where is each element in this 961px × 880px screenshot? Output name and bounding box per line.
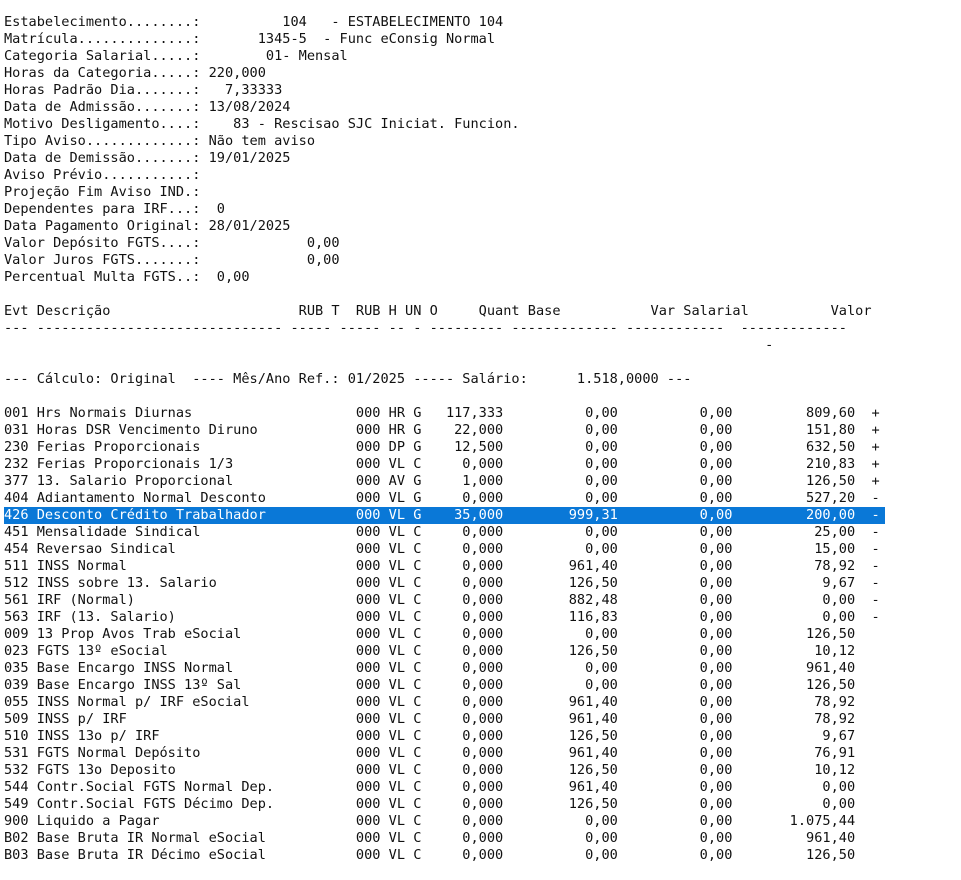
table-row[interactable]: 900 Liquido a Pagar 000 VL C 0,000 0,00 … — [4, 813, 885, 830]
table-row[interactable]: 510 INSS 13o p/ IRF 000 VL C 0,000 126,5… — [4, 728, 885, 745]
table-row[interactable]: 512 INSS sobre 13. Salario 000 VL C 0,00… — [4, 575, 885, 592]
table-row[interactable]: 232 Ferias Proporcionais 1/3 000 VL C 0,… — [4, 456, 885, 473]
header-line-fgts-fine-percent: Percentual Multa FGTS..: 0,00 — [4, 269, 250, 285]
table-row-selected[interactable]: 426 Desconto Crédito Trabalhador 000 VL … — [4, 507, 885, 524]
header-line-dismissal-date: Data de Demissão.......: 19/01/2025 — [4, 150, 291, 166]
header-line-original-payment-date: Data Pagamento Original: 28/01/2025 — [4, 218, 291, 234]
table-row[interactable]: 377 13. Salario Proporcional 000 AV G 1,… — [4, 473, 885, 490]
table-row[interactable]: 549 Contr.Social FGTS Décimo Dep. 000 VL… — [4, 796, 885, 813]
header-line-irf-dependents: Dependentes para IRF...: 0 — [4, 201, 225, 217]
column-rule-tail: - — [4, 337, 774, 353]
table-row[interactable]: 531 FGTS Normal Depósito 000 VL C 0,000 … — [4, 745, 885, 762]
table-row[interactable]: B02 Base Bruta IR Normal eSocial 000 VL … — [4, 830, 885, 847]
table-row[interactable]: 035 Base Encargo INSS Normal 000 VL C 0,… — [4, 660, 885, 677]
table-row[interactable]: 039 Base Encargo INSS 13º Sal 000 VL C 0… — [4, 677, 885, 694]
header-line-admission-date: Data de Admissão.......: 13/08/2024 — [4, 99, 291, 115]
header-line-category-hours: Horas da Categoria.....: 220,000 — [4, 65, 266, 81]
table-row[interactable]: 404 Adiantamento Normal Desconto 000 VL … — [4, 490, 885, 507]
column-header: Evt Descrição RUB T RUB H UN O Quant Bas… — [4, 303, 872, 319]
table-row[interactable]: 544 Contr.Social FGTS Normal Dep. 000 VL… — [4, 779, 885, 796]
header-line-establishment: Estabelecimento........: 104 - ESTABELEC… — [4, 14, 504, 30]
header-line-notice-type: Tipo Aviso.............: Não tem aviso — [4, 133, 315, 149]
header-line-registration: Matrícula..............: 1345-5 - Func e… — [4, 31, 496, 47]
header-line-notice-end-projection: Projeção Fim Aviso IND.: — [4, 184, 201, 200]
table-row[interactable]: 009 13 Prop Avos Trab eSocial 000 VL C 0… — [4, 626, 885, 643]
table-row[interactable]: 031 Horas DSR Vencimento Diruno 000 HR G… — [4, 422, 885, 439]
table-row[interactable]: 509 INSS p/ IRF 000 VL C 0,000 961,40 0,… — [4, 711, 885, 728]
table-row[interactable]: 563 IRF (13. Salario) 000 VL C 0,000 116… — [4, 609, 885, 626]
table-row[interactable]: 454 Reversao Sindical 000 VL C 0,000 0,0… — [4, 541, 885, 558]
table-row[interactable]: 561 IRF (Normal) 000 VL C 0,000 882,48 0… — [4, 592, 885, 609]
header-line-prior-notice: Aviso Prévio...........: — [4, 167, 201, 183]
header-line-salary-category: Categoria Salarial.....: 01- Mensal — [4, 48, 348, 64]
column-rule: --- ------------------------------ -----… — [4, 320, 847, 336]
table-row[interactable]: 511 INSS Normal 000 VL C 0,000 961,40 0,… — [4, 558, 885, 575]
table-row[interactable]: 230 Ferias Proporcionais 000 DP G 12,500… — [4, 439, 885, 456]
header-line-fgts-interest: Valor Juros FGTS.......: 0,00 — [4, 252, 340, 268]
table-row[interactable]: 532 FGTS 13o Deposito 000 VL C 0,000 126… — [4, 762, 885, 779]
report-text: Estabelecimento........: 104 - ESTABELEC… — [4, 14, 885, 864]
table-row[interactable]: 055 INSS Normal p/ IRF eSocial 000 VL C … — [4, 694, 885, 711]
table-row[interactable]: 451 Mensalidade Sindical 000 VL C 0,000 … — [4, 524, 885, 541]
table-row[interactable]: 023 FGTS 13º eSocial 000 VL C 0,000 126,… — [4, 643, 885, 660]
header-line-termination-reason: Motivo Desligamento....: 83 - Rescisao S… — [4, 116, 520, 132]
header-line-fgts-deposit: Valor Depósito FGTS....: 0,00 — [4, 235, 340, 251]
calculation-line: --- Cálculo: Original ---- Mês/Ano Ref.:… — [4, 371, 692, 387]
table-row[interactable]: 001 Hrs Normais Diurnas 000 HR G 117,333… — [4, 405, 885, 422]
table-row[interactable]: B03 Base Bruta IR Décimo eSocial 000 VL … — [4, 847, 885, 864]
header-line-standard-day-hours: Horas Padrão Dia.......: 7,33333 — [4, 82, 283, 98]
